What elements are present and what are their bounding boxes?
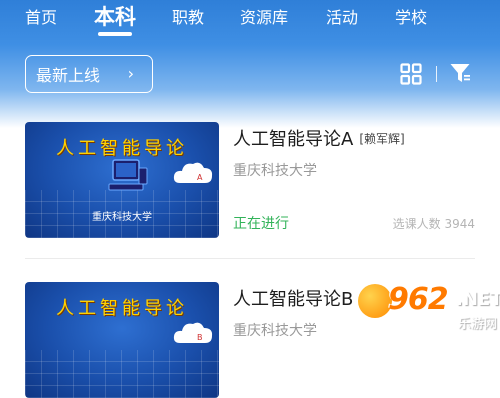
course-school: 重庆科技大学 [233,163,317,179]
computer-icon [108,159,148,191]
course-title-text: 人工智能导论A [233,129,354,150]
thumb-title: 人工智能导论 [56,298,188,319]
thumb-badge: B [197,333,203,342]
course-school: 重庆科技大学 [233,323,317,339]
thumb-badge: A [197,173,203,182]
tab-home[interactable]: 首页 [25,4,57,28]
thumb-grid-floor [25,350,219,398]
tab-undergraduate[interactable]: 本科 [94,1,136,31]
top-nav-tabs: 首页 本科 职教 资源库 活动 学校 [0,0,500,36]
sort-newest-button[interactable]: 最新上线 › [25,55,153,93]
watermark-net: .NET [456,289,500,310]
teacher-tag: [赖军辉] [359,132,405,146]
chevron-right-icon: › [127,64,134,83]
toolbar-separator [436,66,437,82]
course-status: 正在进行 [233,216,289,232]
sort-label: 最新上线 [36,66,101,85]
thumb-title: 人工智能导论 [56,138,188,159]
site-watermark: 962 .NET 乐游网 [358,282,500,333]
course-title[interactable]: 人工智能导论B [233,285,353,311]
tab-resource-library[interactable]: 资源库 [240,4,288,28]
filter-icon[interactable] [449,62,471,84]
course-title[interactable]: 人工智能导论A [赖军辉] [233,125,405,151]
course-card[interactable]: 人工智能导论 A 重庆科技大学 人工智能导论A [赖军辉] 重庆科技大学 正在进行… [25,122,475,242]
watermark-sub: 乐游网 [458,317,498,332]
cloud-icon: B [173,322,213,343]
course-title-text: 人工智能导论B [233,289,354,310]
course-thumbnail[interactable]: 人工智能导论 A 重庆科技大学 [25,122,219,238]
tab-school[interactable]: 学校 [395,4,427,28]
enroll-count: 选课人数 3944 [392,217,475,231]
active-tab-indicator [98,32,132,36]
tab-vocational[interactable]: 职教 [172,4,204,28]
grid-view-icon[interactable] [400,63,422,85]
thumb-school: 重庆科技大学 [92,212,152,223]
card-divider [25,258,475,259]
watermark-logo-icon [358,284,392,318]
cloud-icon: A [173,162,213,183]
course-thumbnail[interactable]: 人工智能导论 B [25,282,219,398]
watermark-logo: 962 [388,282,449,317]
tab-activity[interactable]: 活动 [326,4,358,28]
